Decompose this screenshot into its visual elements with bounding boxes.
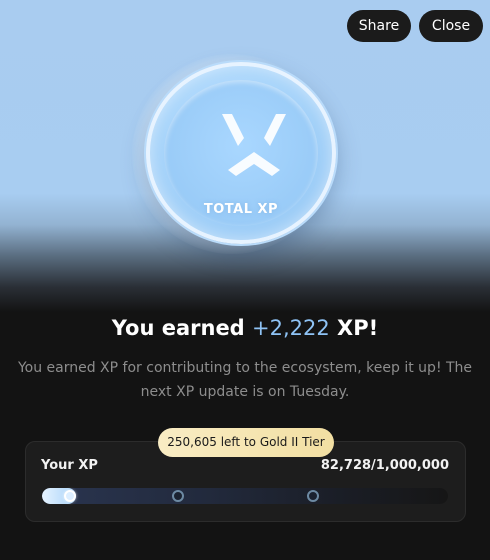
share-button[interactable]: Share [347,10,411,42]
total-xp-logo-icon [222,114,286,176]
xp-total-value: 82,728/1,000,000 [320,458,449,473]
close-button[interactable]: Close [419,10,483,42]
xp-progress-bar [42,488,448,504]
earned-description: You earned XP for contributing to the ec… [17,360,473,400]
your-xp-label: Your XP [41,458,98,473]
total-xp-coin: TOTAL XP [146,62,336,244]
tier-milestone-marker [172,490,184,502]
earned-amount: +2,222 [252,316,330,340]
tier-milestone-marker [307,490,319,502]
xp-progress-handle [64,490,76,502]
headline-prefix: You earned [111,316,253,340]
coin-label: TOTAL XP [203,202,279,217]
hero-banner: Share Close TOTAL XP [0,0,490,312]
earned-headline: You earned +2,222 XP! [0,316,490,340]
headline-suffix: XP! [329,316,379,340]
coin-face: TOTAL XP [164,80,318,226]
tier-remaining-badge: 250,605 left to Gold II Tier [158,428,334,457]
